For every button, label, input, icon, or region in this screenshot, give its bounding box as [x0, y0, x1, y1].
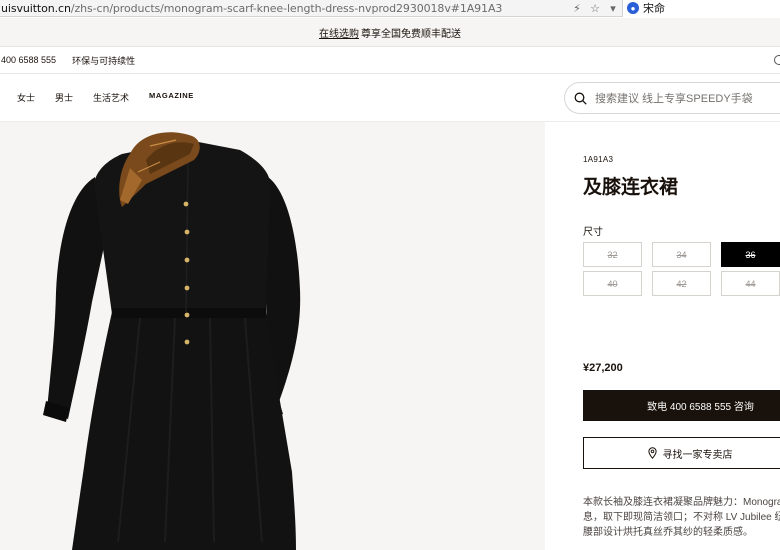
search-icon	[574, 92, 587, 105]
main-nav: 女士 男士 生活艺术 MAGAZINE 搜索建议 线上专享SPEEDY手袋	[0, 74, 780, 122]
promo-text: 尊享全国免费顺丰配送	[361, 28, 461, 40]
size-option-40[interactable]: 40	[583, 271, 642, 296]
sustainability-link[interactable]: 环保与可持续性	[72, 54, 135, 67]
baidu-paw-icon: ●	[627, 2, 639, 14]
url-host: uisvuitton.cn	[1, 1, 71, 15]
dropdown-arrow-icon[interactable]: ▾	[604, 0, 622, 17]
promo-link[interactable]: 在线选购	[319, 25, 359, 40]
product-image[interactable]	[0, 122, 545, 550]
size-selector: 32 34 36 40 42 44	[583, 242, 780, 296]
product-price: ¥27,200	[583, 362, 623, 374]
find-store-button[interactable]: 寻找一家专卖店	[583, 437, 780, 469]
lightning-icon[interactable]: ⚡	[568, 0, 586, 17]
search-placeholder: 搜索建议 线上专享SPEEDY手袋	[595, 93, 753, 105]
description-line: 息，取下即现简洁领口；不对称 LV Jubilee 纽	[583, 512, 780, 523]
size-option-36[interactable]: 36	[721, 242, 780, 267]
size-option-34[interactable]: 34	[652, 242, 711, 267]
browser-address-bar[interactable]: uisvuitton.cn/zhs-cn/products/monogram-s…	[0, 0, 780, 17]
nav-item-women[interactable]: 女士	[17, 91, 35, 104]
find-store-label: 寻找一家专卖店	[662, 449, 733, 461]
nav-item-magazine[interactable]: MAGAZINE	[149, 91, 194, 104]
url-path: /zhs-cn/products/monogram-scarf-knee-len…	[70, 1, 503, 15]
description-line: 腰部设计烘托真丝乔其纱的轻柔质感。	[583, 527, 753, 538]
size-option-42[interactable]: 42	[652, 271, 711, 296]
promo-bar: 在线选购 尊享全国免费顺丰配送	[0, 18, 780, 47]
nav-item-art-of-living[interactable]: 生活艺术	[93, 91, 129, 104]
star-icon[interactable]: ☆	[586, 0, 604, 17]
product-info-panel: 1A91A3 及膝连衣裙 尺寸 32 34 36 40 42 44 ¥27,20…	[545, 122, 780, 550]
location-pin-icon	[647, 447, 657, 459]
size-label: 尺寸	[583, 227, 603, 238]
partial-icon	[774, 55, 780, 65]
search-engine-box[interactable]: ● 宋命	[622, 0, 780, 17]
utility-bar: 400 6588 555 环保与可持续性	[0, 47, 780, 74]
phone-link[interactable]: 400 6588 555	[0, 55, 56, 65]
description-line: 本款长袖及膝连衣裙凝聚品牌魅力：Monogram	[583, 497, 780, 508]
search-input[interactable]: 搜索建议 线上专享SPEEDY手袋	[564, 82, 780, 114]
call-button[interactable]: 致电 400 6588 555 咨询	[583, 390, 780, 421]
nav-item-men[interactable]: 男士	[55, 91, 73, 104]
url-field[interactable]: uisvuitton.cn/zhs-cn/products/monogram-s…	[0, 2, 568, 15]
size-option-32[interactable]: 32	[583, 242, 642, 267]
product-title: 及膝连衣裙	[583, 177, 679, 198]
product-description: 本款长袖及膝连衣裙凝聚品牌魅力：Monogram 息，取下即现简洁领口；不对称 …	[583, 495, 780, 540]
search-engine-label: 宋命	[643, 3, 665, 15]
dress-illustration	[43, 132, 301, 550]
size-option-44[interactable]: 44	[721, 271, 780, 296]
product-sku: 1A91A3	[583, 155, 614, 164]
